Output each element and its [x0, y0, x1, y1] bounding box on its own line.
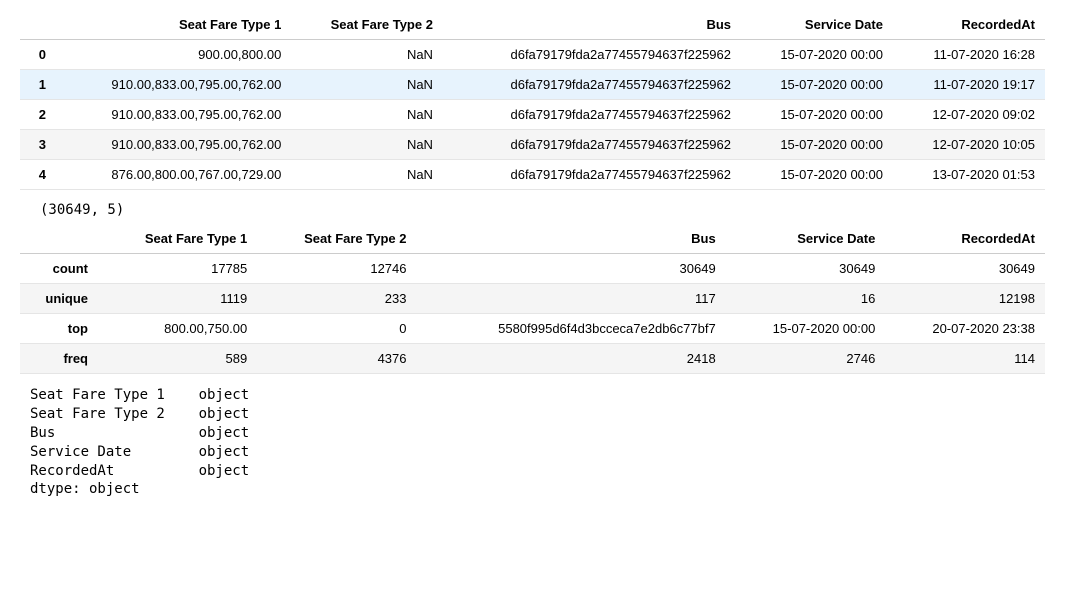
table-row: count1778512746306493064930649	[20, 254, 1045, 284]
cell-seat-fare-type-2: NaN	[291, 40, 443, 70]
row-stat-label: unique	[20, 284, 98, 314]
row-index: 1	[20, 70, 56, 100]
col-service-date: Service Date	[741, 10, 893, 40]
cell-recorded-at: 30649	[885, 254, 1045, 284]
row-index: 3	[20, 130, 56, 160]
cell-seat-fare-type-1: 876.00,800.00,767.00,729.00	[56, 160, 291, 190]
col-service-date: Service Date	[726, 224, 886, 254]
cell-seat-fare-type-1: 910.00,833.00,795.00,762.00	[56, 100, 291, 130]
cell-service-date: 15-07-2020 00:00	[741, 70, 893, 100]
header-row: Seat Fare Type 1 Seat Fare Type 2 Bus Se…	[20, 224, 1045, 254]
header-row: Seat Fare Type 1 Seat Fare Type 2 Bus Se…	[20, 10, 1045, 40]
cell-seat-fare-type-2: NaN	[291, 100, 443, 130]
col-stat-label	[20, 224, 98, 254]
cell-service-date: 2746	[726, 344, 886, 374]
col-seat-fare-type-2: Seat Fare Type 2	[291, 10, 443, 40]
row-stat-label: freq	[20, 344, 98, 374]
cell-bus: d6fa79179fda2a77455794637f225962	[443, 130, 741, 160]
table-row: top800.00,750.0005580f995d6f4d3bcceca7e2…	[20, 314, 1045, 344]
cell-recorded-at: 11-07-2020 16:28	[893, 40, 1045, 70]
cell-bus: 117	[417, 284, 726, 314]
table-row: 1910.00,833.00,795.00,762.00NaNd6fa79179…	[20, 70, 1045, 100]
cell-recorded-at: 12-07-2020 10:05	[893, 130, 1045, 160]
cell-recorded-at: 13-07-2020 01:53	[893, 160, 1045, 190]
cell-service-date: 16	[726, 284, 886, 314]
dataframe-head-table: Seat Fare Type 1 Seat Fare Type 2 Bus Se…	[20, 10, 1045, 190]
cell-seat-fare-type-2: NaN	[291, 130, 443, 160]
cell-seat-fare-type-2: NaN	[291, 70, 443, 100]
row-index: 0	[20, 40, 56, 70]
table-row: 2910.00,833.00,795.00,762.00NaNd6fa79179…	[20, 100, 1045, 130]
cell-seat-fare-type-2: 0	[257, 314, 416, 344]
cell-bus: 5580f995d6f4d3bcceca7e2db6c77bf7	[417, 314, 726, 344]
row-stat-label: top	[20, 314, 98, 344]
cell-seat-fare-type-1: 910.00,833.00,795.00,762.00	[56, 70, 291, 100]
cell-seat-fare-type-2: NaN	[291, 160, 443, 190]
table-row: freq589437624182746114	[20, 344, 1045, 374]
cell-seat-fare-type-2: 4376	[257, 344, 416, 374]
cell-recorded-at: 114	[885, 344, 1045, 374]
cell-seat-fare-type-1: 800.00,750.00	[98, 314, 257, 344]
dataframe-describe-table: Seat Fare Type 1 Seat Fare Type 2 Bus Se…	[20, 224, 1045, 374]
cell-seat-fare-type-1: 589	[98, 344, 257, 374]
cell-seat-fare-type-1: 1119	[98, 284, 257, 314]
cell-recorded-at: 11-07-2020 19:17	[893, 70, 1045, 100]
row-index: 4	[20, 160, 56, 190]
cell-bus: d6fa79179fda2a77455794637f225962	[443, 40, 741, 70]
cell-recorded-at: 12-07-2020 09:02	[893, 100, 1045, 130]
cell-seat-fare-type-1: 910.00,833.00,795.00,762.00	[56, 130, 291, 160]
cell-bus: 30649	[417, 254, 726, 284]
cell-bus: d6fa79179fda2a77455794637f225962	[443, 160, 741, 190]
table-row: 3910.00,833.00,795.00,762.00NaNd6fa79179…	[20, 130, 1045, 160]
cell-service-date: 15-07-2020 00:00	[741, 40, 893, 70]
cell-bus: d6fa79179fda2a77455794637f225962	[443, 100, 741, 130]
cell-service-date: 30649	[726, 254, 886, 284]
col-recorded-at: RecordedAt	[893, 10, 1045, 40]
cell-service-date: 15-07-2020 00:00	[741, 100, 893, 130]
col-bus: Bus	[417, 224, 726, 254]
cell-recorded-at: 12198	[885, 284, 1045, 314]
cell-service-date: 15-07-2020 00:00	[741, 160, 893, 190]
row-index: 2	[20, 100, 56, 130]
col-seat-fare-type-1: Seat Fare Type 1	[56, 10, 291, 40]
cell-service-date: 15-07-2020 00:00	[741, 130, 893, 160]
cell-seat-fare-type-2: 233	[257, 284, 416, 314]
dtypes-output: Seat Fare Type 1 object Seat Fare Type 2…	[30, 386, 1045, 499]
cell-bus: 2418	[417, 344, 726, 374]
cell-seat-fare-type-2: 12746	[257, 254, 416, 284]
table-row: 0900.00,800.00NaNd6fa79179fda2a774557946…	[20, 40, 1045, 70]
table-row: 4876.00,800.00,767.00,729.00NaNd6fa79179…	[20, 160, 1045, 190]
table-row: unique11192331171612198	[20, 284, 1045, 314]
col-seat-fare-type-2: Seat Fare Type 2	[257, 224, 416, 254]
cell-seat-fare-type-1: 900.00,800.00	[56, 40, 291, 70]
cell-seat-fare-type-1: 17785	[98, 254, 257, 284]
cell-bus: d6fa79179fda2a77455794637f225962	[443, 70, 741, 100]
col-recorded-at: RecordedAt	[885, 224, 1045, 254]
cell-service-date: 15-07-2020 00:00	[726, 314, 886, 344]
col-seat-fare-type-1: Seat Fare Type 1	[98, 224, 257, 254]
col-index	[20, 10, 56, 40]
col-bus: Bus	[443, 10, 741, 40]
dataframe-shape-output: (30649, 5)	[40, 202, 1045, 218]
cell-recorded-at: 20-07-2020 23:38	[885, 314, 1045, 344]
row-stat-label: count	[20, 254, 98, 284]
